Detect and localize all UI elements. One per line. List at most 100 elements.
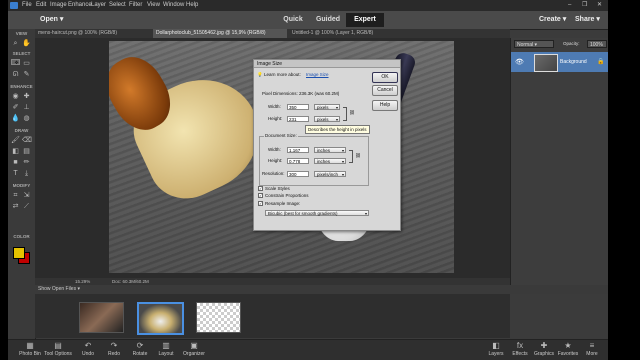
- more-button[interactable]: ≡ More: [578, 340, 606, 357]
- clone-stamp-tool-icon[interactable]: ⊥: [22, 103, 31, 112]
- recompose-tool-icon[interactable]: ⇲: [22, 191, 31, 200]
- mode-expert[interactable]: Expert: [346, 13, 384, 27]
- learn-more-link[interactable]: Image Size: [306, 72, 329, 78]
- width-unit-select[interactable]: pixels ▾: [314, 104, 340, 110]
- cancel-button[interactable]: Cancel: [372, 85, 398, 96]
- show-open-files-dropdown[interactable]: Show Open Files ▾: [38, 285, 80, 294]
- scale-styles-label[interactable]: Scale Styles: [265, 186, 290, 192]
- paint-bucket-tool-icon[interactable]: ◧: [11, 147, 20, 156]
- spot-healing-tool-icon[interactable]: ✚: [22, 92, 31, 101]
- redo-icon: ↷: [110, 341, 118, 350]
- eye-icon[interactable]: 👁: [515, 58, 524, 66]
- menu-filter[interactable]: Filter: [129, 0, 142, 11]
- opacity-label: Opacity:: [563, 41, 580, 46]
- layer-row[interactable]: 👁 Background 🔒: [511, 52, 608, 72]
- eyedropper-tool-icon[interactable]: ⤓: [22, 169, 31, 178]
- menu-image[interactable]: Image: [50, 0, 67, 11]
- photo-bin-button[interactable]: ▦ Photo Bin: [16, 340, 44, 357]
- toolbox-section-color: COLOR: [13, 234, 30, 239]
- ok-button[interactable]: OK: [372, 72, 398, 83]
- zoom-tool-icon[interactable]: ⌕: [11, 39, 20, 48]
- height-tooltip: Describes the height in pixels: [305, 125, 370, 134]
- resample-image-label[interactable]: Resample Image:: [265, 201, 300, 207]
- menu-help[interactable]: Help: [186, 0, 198, 11]
- smart-brush-tool-icon[interactable]: ✐: [11, 103, 20, 112]
- marquee-tool-icon[interactable]: ▭: [22, 59, 31, 68]
- lasso-tool-icon[interactable]: ᘏ: [11, 70, 20, 79]
- quick-select-tool-icon[interactable]: ✎: [22, 70, 31, 79]
- type-tool-icon[interactable]: T: [11, 169, 20, 178]
- photo-bin: [35, 294, 510, 338]
- organizer-button[interactable]: ▣ Organizer: [180, 340, 208, 357]
- doc-height-field[interactable]: 0.778: [287, 158, 309, 164]
- blur-tool-icon[interactable]: 💧: [11, 114, 20, 123]
- eraser-tool-icon[interactable]: ⌫: [22, 136, 32, 145]
- status-bar: 15.29% Doc: 60.3M/60.2M: [35, 278, 510, 285]
- width-field[interactable]: 350: [287, 104, 309, 110]
- menu-window[interactable]: Window: [163, 0, 184, 11]
- share-button[interactable]: Share ▾: [575, 11, 600, 29]
- menu-file[interactable]: File: [22, 0, 32, 11]
- menu-select[interactable]: Select: [109, 0, 126, 11]
- content-aware-move-tool-icon[interactable]: ⇄: [11, 202, 20, 211]
- constrain-proportions-checkbox[interactable]: ✓: [258, 193, 263, 198]
- document-tabs: mens-haircut.png @ 100% (RGB/8) Dollarph…: [35, 29, 510, 38]
- help-button[interactable]: Help: [372, 100, 398, 111]
- create-button[interactable]: Create ▾: [539, 11, 566, 29]
- maximize-icon[interactable]: ❐: [582, 0, 587, 11]
- bottom-bar: ▦ Photo Bin ▤ Tool Options ↶ Undo ↷ Redo ⟳ Ro…: [8, 339, 608, 360]
- opacity-field[interactable]: 100%: [587, 40, 607, 48]
- rotate-button[interactable]: ⟳ Rotate: [126, 340, 154, 357]
- straighten-tool-icon[interactable]: ⟋: [22, 202, 31, 211]
- mode-quick[interactable]: Quick: [276, 13, 310, 27]
- pencil-tool-icon[interactable]: ✏: [22, 158, 31, 167]
- gradient-tool-icon[interactable]: ▤: [22, 147, 31, 156]
- menu-edit[interactable]: Edit: [36, 0, 46, 11]
- brush-tool-icon[interactable]: 🖌: [11, 136, 20, 145]
- layers-panel: Normal ▾ Opacity: 100% 👁 Background 🔒: [510, 38, 608, 285]
- menu-view[interactable]: View: [147, 0, 160, 11]
- red-eye-tool-icon[interactable]: ◉: [11, 92, 20, 101]
- menu-enhance[interactable]: Enhance: [68, 0, 92, 11]
- doc-width-field[interactable]: 1.167: [287, 147, 309, 153]
- blend-mode-select[interactable]: Normal ▾: [514, 40, 554, 48]
- resample-image-checkbox[interactable]: ✓: [258, 201, 263, 206]
- doc-tab-active[interactable]: Dollarphotoclub_51505462.jpg @ 15,9% (RG…: [153, 29, 287, 38]
- open-button[interactable]: Open ▾: [40, 11, 63, 29]
- sponge-tool-icon[interactable]: ◍: [22, 114, 31, 123]
- toolbox-section-select: SELECT: [12, 51, 31, 56]
- layout-button[interactable]: ▥ Layout: [152, 340, 180, 357]
- scale-styles-checkbox[interactable]: ✓: [258, 186, 263, 191]
- close-icon[interactable]: ✕: [597, 0, 602, 11]
- move-tool-icon[interactable]: ✥: [11, 59, 20, 65]
- menu-layer[interactable]: Layer: [91, 0, 106, 11]
- dialog-title[interactable]: Image Size: [254, 60, 400, 68]
- resolution-unit-select[interactable]: pixels/inch ▾: [314, 171, 346, 177]
- shape-tool-icon[interactable]: ■: [11, 158, 20, 167]
- hand-tool-icon[interactable]: ✋: [22, 39, 31, 48]
- layer-thumbnail: [534, 54, 558, 72]
- doc-tab[interactable]: mens-haircut.png @ 100% (RGB/8): [35, 29, 151, 38]
- undo-button[interactable]: ↶ Undo: [74, 340, 102, 357]
- crop-tool-icon[interactable]: ⌗: [11, 191, 20, 200]
- height-unit-select[interactable]: pixels ▾: [314, 116, 340, 122]
- bin-thumbnail[interactable]: [79, 302, 124, 333]
- redo-button[interactable]: ↷ Redo: [100, 340, 128, 357]
- foreground-color-swatch[interactable]: [13, 247, 25, 259]
- minimize-icon[interactable]: –: [568, 0, 571, 11]
- resample-method-select[interactable]: Bicubic (best for smooth gradients) ▾: [265, 210, 369, 216]
- doc-tab[interactable]: Untitled-1 @ 100% (Layer 1, RGB/8): [289, 29, 405, 38]
- tool-options-button[interactable]: ▤ Tool Options: [44, 340, 72, 357]
- resolution-field[interactable]: 300: [287, 171, 309, 177]
- height-field[interactable]: 231: [287, 116, 309, 122]
- doc-height-unit-select[interactable]: inches ▾: [314, 158, 346, 164]
- resolution-label: Resolution:: [262, 171, 285, 176]
- layer-name[interactable]: Background: [560, 59, 587, 65]
- height-label: Height:: [268, 116, 283, 121]
- mode-guided[interactable]: Guided: [311, 13, 345, 27]
- doc-width-unit-select[interactable]: inches ▾: [314, 147, 346, 153]
- zoom-readout[interactable]: 15.29%: [75, 278, 90, 285]
- constrain-proportions-label[interactable]: Constrain Proportions: [265, 193, 309, 199]
- bin-thumbnail-active[interactable]: [137, 302, 184, 335]
- bin-thumbnail[interactable]: [196, 302, 241, 333]
